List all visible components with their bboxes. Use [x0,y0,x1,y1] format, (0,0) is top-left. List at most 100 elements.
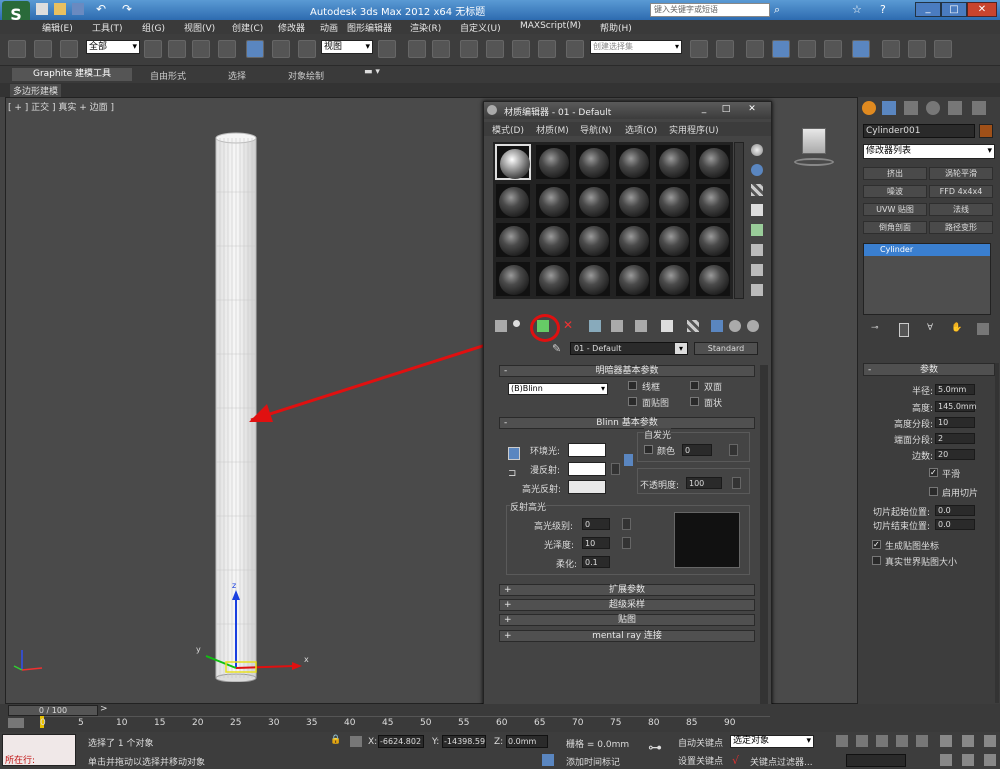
menu-edit[interactable]: 编辑(E) [42,21,73,34]
viewcube[interactable] [788,126,838,166]
schematic-view-icon[interactable] [824,40,842,58]
selection-filter-dropdown[interactable]: 全部 ▾ [86,40,140,54]
mirror-icon[interactable] [690,40,708,58]
sample-slot-22[interactable] [615,261,651,297]
eyedropper-icon[interactable]: ✎ [552,342,561,355]
unlink-icon[interactable] [34,40,52,58]
link-ambient-icon[interactable] [624,454,633,466]
sample-slot-4[interactable] [615,144,651,180]
shader-rollout-header[interactable]: - 明暗器基本参数 [499,365,755,377]
graphite-toggle-icon[interactable] [772,40,790,58]
absolute-mode-icon[interactable] [350,736,362,747]
spec-level-map-button[interactable] [622,518,631,530]
maps-rollout[interactable]: + 贴图 [499,614,755,626]
add-time-tag-icon[interactable] [542,754,554,766]
show-end-result-stack-icon[interactable] [899,323,909,337]
sample-slot-17[interactable] [655,222,691,258]
link-icon[interactable] [8,40,26,58]
tab-freeform[interactable]: 自由形式 [150,69,186,82]
material-type-button[interactable]: Standard [694,342,758,355]
modify-tab-icon[interactable] [882,101,896,115]
sample-slot-16[interactable] [615,222,651,258]
search-input[interactable]: 键入关键字或短语 [650,3,770,17]
sample-slot-13[interactable] [495,222,531,258]
named-selection-dropdown[interactable]: 创建选择集 ▾ [590,40,682,54]
make-unique-icon[interactable] [611,320,623,332]
params-scrollbar[interactable] [995,363,999,703]
open-file-icon[interactable] [54,3,66,15]
mini-curve-editor-icon[interactable] [8,718,24,728]
sample-slot-12[interactable] [695,183,731,219]
smooth-checkbox[interactable]: ✓ [929,468,938,477]
menu-views[interactable]: 视图(V) [184,21,215,34]
lock-ambient-diffuse-icon[interactable] [508,447,520,460]
sample-slot-21[interactable] [575,261,611,297]
orbit-icon[interactable] [962,754,974,766]
maximize-button[interactable]: □ [941,2,967,17]
align-icon[interactable] [716,40,734,58]
supersampling-rollout[interactable]: + 超级采样 [499,599,755,611]
put-to-library-icon[interactable] [635,320,647,332]
opacity-field[interactable]: 100 [686,477,722,489]
sample-slots-scrollbar[interactable] [734,142,744,299]
menu-rendering[interactable]: 渲染(R) [410,21,441,34]
spec-level-field[interactable]: 0 [582,518,610,530]
zoom-all-icon[interactable] [962,735,974,747]
auto-key-label[interactable]: 自动关键点 [678,736,723,749]
reset-material-icon[interactable]: ✕ [563,319,575,331]
glossiness-map-button[interactable] [622,537,631,549]
height-segments-field[interactable]: 10 [935,417,975,428]
frame-number-field[interactable] [846,754,906,767]
pan-view-icon[interactable] [940,754,952,766]
scale-icon[interactable] [298,40,316,58]
mat-minimize-button[interactable]: _ [694,104,714,116]
specular-color-swatch[interactable] [568,480,606,494]
key-mode-icon[interactable]: √ [732,754,739,767]
snaps-icon[interactable] [460,40,478,58]
uv-tiling-icon[interactable] [751,204,763,216]
diffuse-map-button[interactable] [611,463,620,475]
move-gizmo[interactable]: z x y [194,578,314,678]
layer-manager-icon[interactable] [746,40,764,58]
rect-selection-icon[interactable] [192,40,210,58]
mod-btn-ffd[interactable]: FFD 4x4x4 [929,185,993,198]
set-key-label[interactable]: 设置关键点 [678,754,723,767]
material-editor-window[interactable]: 材质编辑器 - 01 - Default _ □ ✕ 模式(D) 材质(M) 导… [483,101,772,716]
sample-slot-3[interactable] [575,144,611,180]
shader-dropdown[interactable]: (B)Blinn ▾ [508,383,608,395]
go-to-start-icon[interactable] [836,735,848,747]
material-id-icon[interactable] [661,320,673,332]
menu-create[interactable]: 创建(C) [232,21,263,34]
minimize-button[interactable]: _ [915,2,941,17]
mat-close-button[interactable]: ✕ [740,104,764,116]
put-to-scene-icon[interactable] [513,320,520,327]
y-coord-field[interactable]: -14398.59 [442,735,486,748]
make-unique-stack-icon[interactable]: ∀ [927,323,939,335]
mat-menu-options[interactable]: 选项(O) [625,123,657,136]
sample-slot-1[interactable] [495,144,531,180]
tab-object-paint[interactable]: 对象绘制 [288,69,324,82]
curve-editor-icon[interactable] [798,40,816,58]
keyboard-shortcut-icon[interactable] [432,40,450,58]
mat-menu-material[interactable]: 材质(M) [536,123,569,136]
real-world-map-checkbox[interactable] [872,556,881,565]
background-icon[interactable] [751,184,763,196]
selected-set-dropdown[interactable]: 选定对象 ▾ [730,735,814,748]
display-tab-icon[interactable] [948,101,962,115]
go-to-end-icon[interactable] [916,735,928,747]
modifier-stack[interactable]: Cylinder [863,243,991,315]
sample-slot-15[interactable] [575,222,611,258]
slice-on-checkbox[interactable] [929,487,938,496]
self-illum-color-checkbox[interactable] [644,445,653,454]
opacity-map-button[interactable] [732,477,741,489]
mod-btn-normal[interactable]: 法线 [929,203,993,216]
render-production-icon[interactable] [934,40,952,58]
create-tab-icon[interactable] [862,101,876,115]
mat-menu-utilities[interactable]: 实用程序(U) [669,123,719,136]
material-editor-icon[interactable] [852,40,870,58]
glossiness-field[interactable]: 10 [582,537,610,549]
key-filters-button[interactable]: 关键点过滤器... [750,755,813,768]
mod-btn-path-deform[interactable]: 路径变形 [929,221,993,234]
sample-slot-20[interactable] [535,261,571,297]
sample-slot-8[interactable] [535,183,571,219]
